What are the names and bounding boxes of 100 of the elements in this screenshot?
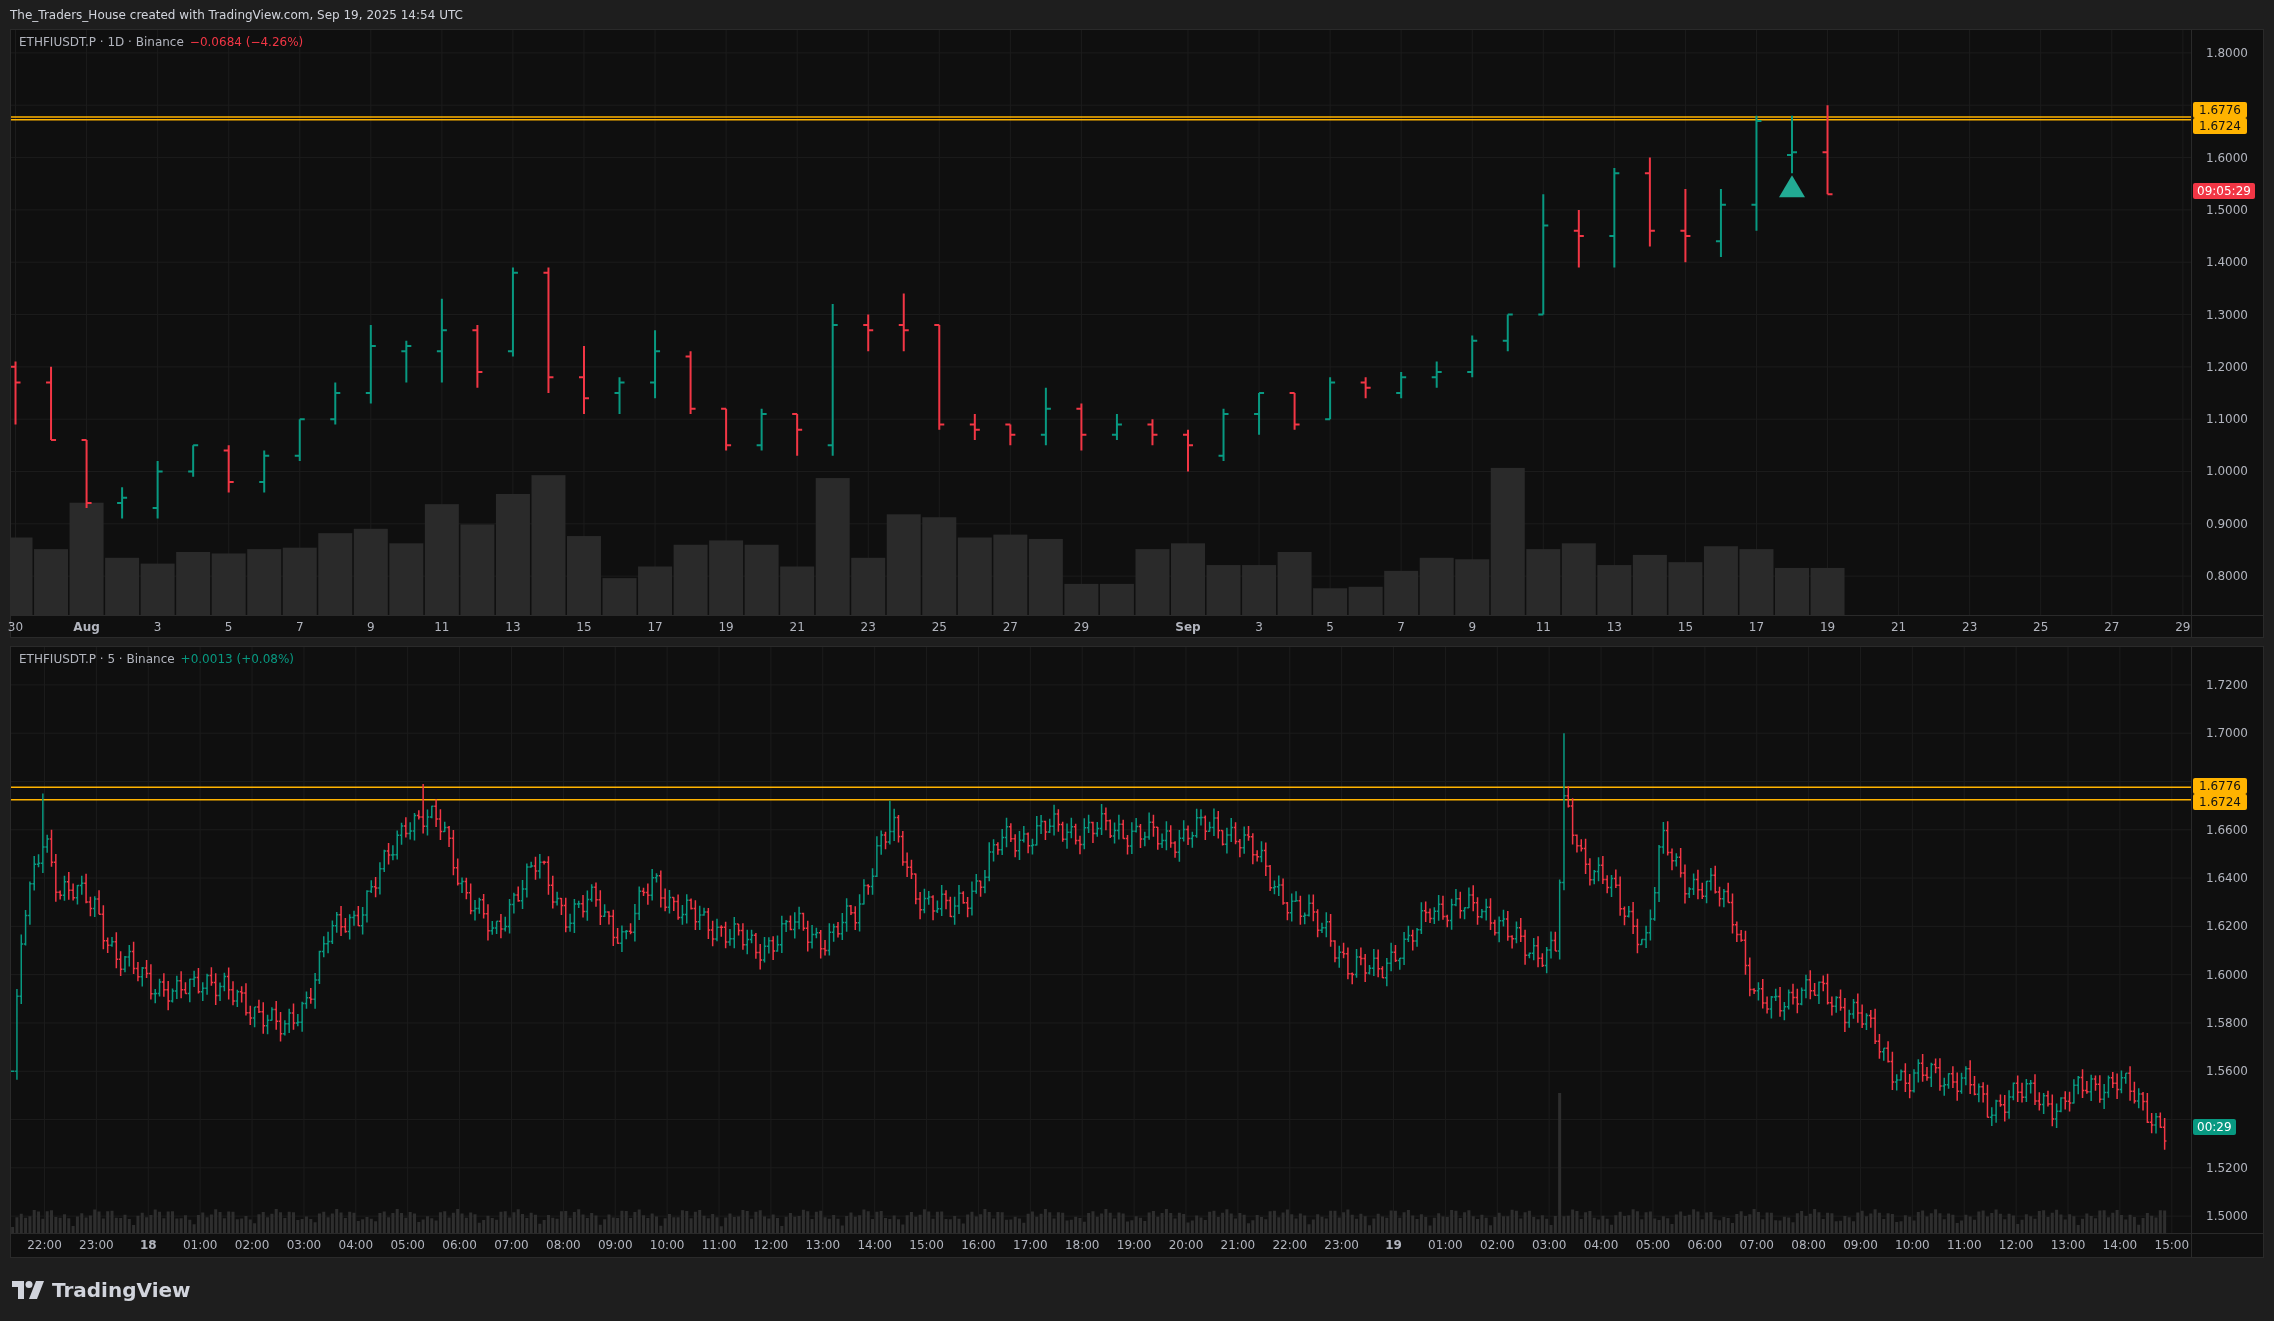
price-tick-label: 1.8000 [2206,44,2248,61]
price-tick-label: 0.9000 [2206,515,2248,532]
time-tick-label: 22:00 [1272,1237,1308,1253]
time-tick-label: 11:00 [701,1237,737,1253]
price-change: −0.0684 (−4.26%) [189,34,304,51]
time-tick-label: 21 [1890,619,1907,635]
countdown-label: 00:29 [2193,1118,2236,1135]
horizontal-line[interactable] [11,118,2191,121]
time-tick-label: 29 [1073,619,1090,635]
time-tick-label: 11 [1535,619,1551,635]
time-tick-label: 04:00 [1583,1237,1619,1253]
time-tick-label: 19 [718,619,734,635]
price-level-label: 1.6776 [2193,102,2247,119]
time-tick-label: 03:00 [286,1237,322,1253]
time-tick-label: 07:00 [1739,1237,1774,1253]
price-tick-label: 1.5000 [2206,201,2248,218]
time-tick-label: 5 [224,619,233,635]
time-tick-label: 19:00 [1116,1237,1152,1253]
time-tick-label: 01:00 [182,1237,218,1253]
logo-icon [12,1280,44,1299]
time-tick-label: 16:00 [961,1237,996,1253]
time-tick-label: 17 [647,619,663,635]
time-tick-label: 06:00 [1687,1237,1723,1253]
time-tick-label: 27 [1002,619,1018,635]
triangle-marker-icon [1779,175,1805,198]
time-tick-label: 18:00 [1064,1237,1100,1253]
price-tick-label: 1.6400 [2206,870,2248,887]
time-tick-label: 7 [295,619,304,635]
time-tick-label: 02:00 [234,1237,270,1253]
time-tick-label: 23:00 [79,1237,114,1253]
time-tick-label: 3 [1255,619,1263,635]
price-tick-label: 1.3000 [2206,306,2248,323]
time-tick-label: 21 [789,619,805,635]
time-tick-label: 19 [1819,619,1836,635]
time-tick-label: 21:00 [1220,1237,1256,1253]
price-tick-label: 1.2000 [2206,358,2248,375]
time-tick-label: 15:00 [2154,1237,2190,1253]
time-tick-label: 09:00 [1843,1237,1878,1253]
price-tick-label: 0.8000 [2206,568,2248,585]
time-tick-label: 9 [1468,619,1477,635]
time-tick-label: 23 [1962,619,1978,635]
time-tick-label: 14:00 [857,1237,892,1253]
time-tick-label: 06:00 [442,1237,477,1253]
time-tick-label: 08:00 [546,1237,581,1253]
time-tick-label: 14:00 [2102,1237,2138,1253]
symbol-label: ETHFIUSDT.P · 1D · Binance [19,34,184,51]
price-tick-label: 1.1000 [2206,411,2248,428]
time-tick-label: 5 [1326,619,1334,635]
time-tick-label: 07:00 [494,1237,529,1253]
time-tick-label: 11 [434,619,450,635]
time-tick-label: 23:00 [1324,1237,1359,1253]
time-tick-label: 22:00 [27,1237,62,1253]
time-tick-label: 25 [931,619,947,635]
time-tick-label: 13 [505,619,521,635]
time-tick-label: 05:00 [1635,1237,1671,1253]
time-tick-label: 20:00 [1168,1237,1204,1253]
price-tick-label: 1.5600 [2206,1063,2248,1080]
price-level-label: 1.6724 [2193,118,2247,135]
time-tick-label: 08:00 [1791,1237,1826,1253]
time-tick-label: 29 [2175,619,2191,635]
time-tick-label: 15:00 [909,1237,944,1253]
header-text: The_Traders_House created with TradingView.com, Sep 19, 2025 14:54 UTC [10,6,463,24]
price-tick-label: 1.7200 [2206,676,2248,693]
symbol-label: ETHFIUSDT.P · 5 · Binance [19,651,175,668]
price-tick-label: 1.5800 [2206,1014,2248,1031]
time-tick-label: 09:00 [597,1237,633,1253]
time-tick-label: 19 [1385,1237,1402,1253]
time-tick-label: 25 [2033,619,2049,635]
time-tick-label: 17:00 [1013,1237,1048,1253]
time-tick-label: 03:00 [1531,1237,1567,1253]
price-tick-label: 1.0000 [2206,463,2248,480]
price-tick-label: 1.4000 [2206,254,2248,271]
countdown-label: 09:05:29 [2193,182,2255,199]
time-tick-label: 9 [367,619,375,635]
time-tick-label: Aug [73,619,100,635]
time-tick-label: 12:00 [753,1237,789,1253]
time-tick-label: 3 [153,619,162,635]
time-tick-label: 05:00 [390,1237,425,1253]
price-tick-label: 1.6000 [2206,966,2248,983]
price-tick-label: 1.5000 [2206,1208,2248,1225]
time-tick-label: 23 [860,619,876,635]
time-tick-label: Sep [1175,619,1201,635]
price-level-label: 1.6776 [2193,777,2247,794]
price-tick-label: 1.6600 [2206,821,2248,838]
time-tick-label: 30 [7,619,24,635]
price-tick-label: 1.6200 [2206,918,2248,935]
time-tick-label: 01:00 [1428,1237,1463,1253]
time-tick-label: 17 [1748,619,1765,635]
time-tick-label: 15 [1677,619,1694,635]
time-tick-label: 10:00 [1895,1237,1930,1253]
time-tick-label: 13:00 [805,1237,841,1253]
price-change: +0.0013 (+0.08%) [180,651,294,668]
time-tick-label: 12:00 [1998,1237,2034,1253]
time-tick-label: 11:00 [1946,1237,1982,1253]
time-tick-label: 13 [1606,619,1622,635]
brand-name: TradingView [52,1276,191,1304]
time-tick-label: 02:00 [1480,1237,1515,1253]
horizontal-line[interactable] [11,786,2191,789]
time-tick-label: 27 [2104,619,2120,635]
price-tick-label: 1.7000 [2206,725,2248,742]
